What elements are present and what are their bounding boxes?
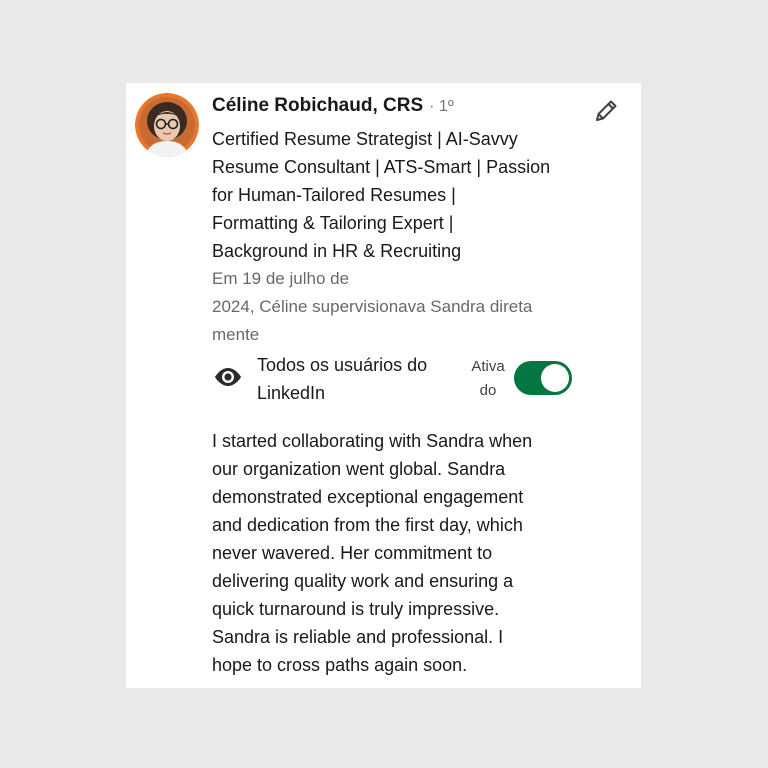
- headline-line: for Human-Tailored Resumes |: [212, 185, 456, 205]
- relationship-line: 2024, Céline supervisionava Sandra diret…: [212, 297, 533, 316]
- recommendation-content: Céline Robichaud, CRS · 1º Certified Res…: [212, 95, 592, 679]
- visibility-line: LinkedIn: [257, 383, 326, 403]
- recommendation-line: Sandra is reliable and professional. I: [212, 627, 504, 647]
- recommendation-line: quick turnaround is truly impressive.: [212, 599, 500, 619]
- relationship-line: mente: [212, 325, 260, 344]
- visibility-row: Todos os usuários do LinkedIn Ativa do: [212, 351, 592, 407]
- recommendation-line: never wavered. Her commitment to: [212, 543, 493, 563]
- toggle-status-label: Ativa do: [466, 355, 510, 403]
- recommender-headline: Certified Resume Strategist | AI-Savvy R…: [212, 125, 582, 265]
- relationship-info: Em 19 de julho de 2024, Céline supervisi…: [212, 265, 582, 349]
- connection-degree: · 1º: [429, 98, 454, 115]
- recommendation-line: and dedication from the first day, which: [212, 515, 523, 535]
- profile-photo-icon: [135, 93, 199, 157]
- toggle-knob: [541, 364, 569, 392]
- visibility-toggle[interactable]: [514, 361, 572, 395]
- eye-icon: [215, 368, 241, 386]
- relationship-line: Em 19 de julho de: [212, 269, 350, 288]
- headline-line: Formatting & Tailoring Expert |: [212, 213, 454, 233]
- visibility-label: Todos os usuários do LinkedIn: [257, 351, 457, 407]
- toggle-status-line: do: [479, 382, 497, 399]
- toggle-status-line: Ativa: [471, 358, 505, 375]
- recommendation-line: delivering quality work and ensuring a: [212, 571, 514, 591]
- recommendation-line: demonstrated exceptional engagement: [212, 487, 524, 507]
- pencil-icon: [596, 100, 617, 121]
- recommender-name[interactable]: Céline Robichaud, CRS: [212, 95, 423, 117]
- avatar[interactable]: [135, 93, 199, 157]
- edit-button[interactable]: [589, 94, 623, 128]
- recommendation-card: Céline Robichaud, CRS · 1º Certified Res…: [126, 83, 641, 688]
- recommendation-line: our organization went global. Sandra: [212, 459, 506, 479]
- headline-line: Background in HR & Recruiting: [212, 241, 462, 261]
- recommender-header: Céline Robichaud, CRS · 1º: [212, 95, 592, 123]
- recommendation-text: I started collaborating with Sandra when…: [212, 427, 572, 679]
- recommendation-line: I started collaborating with Sandra when: [212, 431, 533, 451]
- recommendation-line: hope to cross paths again soon.: [212, 655, 468, 675]
- visibility-line: Todos os usuários do: [257, 355, 428, 375]
- headline-line: Resume Consultant | ATS-Smart | Passion: [212, 157, 551, 177]
- headline-line: Certified Resume Strategist | AI-Savvy: [212, 129, 518, 149]
